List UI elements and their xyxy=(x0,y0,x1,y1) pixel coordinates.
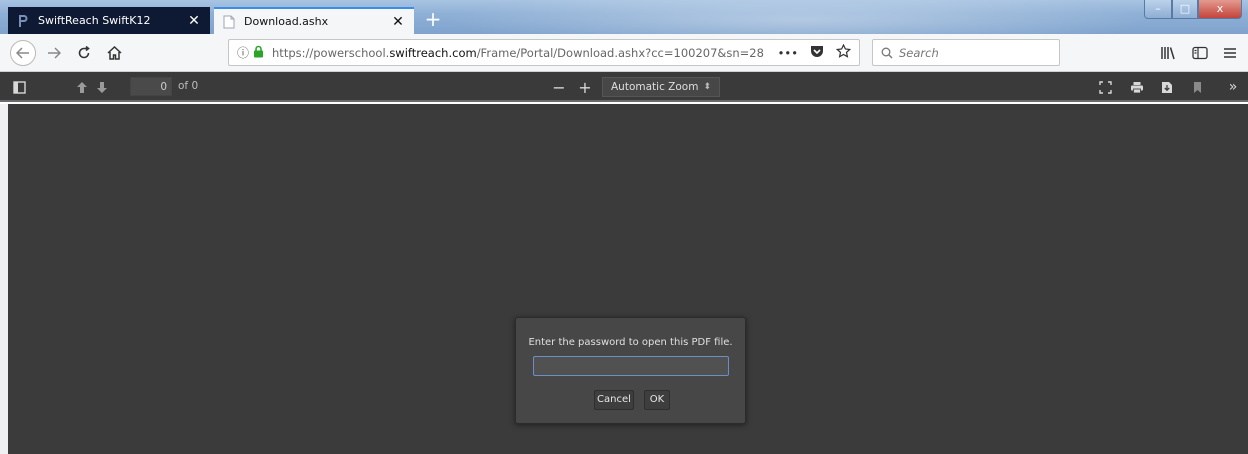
print-button[interactable] xyxy=(1128,78,1146,96)
updown-arrow-icon: ⬍ xyxy=(703,82,711,92)
hamburger-menu-icon xyxy=(1224,48,1236,58)
tab-title: SwiftReach SwiftK12 xyxy=(38,14,151,27)
page-count-label: of 0 xyxy=(178,80,199,92)
bookmark-button[interactable] xyxy=(1190,78,1204,96)
password-dialog: Enter the password to open this PDF file… xyxy=(515,317,746,424)
page-actions-button[interactable]: ••• xyxy=(778,46,798,60)
zoom-select[interactable]: Automatic Zoom ⬍ xyxy=(602,77,720,97)
cancel-button[interactable]: Cancel xyxy=(594,390,634,410)
new-tab-button[interactable]: + xyxy=(420,8,446,32)
next-page-button[interactable] xyxy=(94,78,110,96)
toggle-sidebar-button[interactable] xyxy=(10,78,28,96)
info-icon[interactable]: ⓘ xyxy=(237,44,249,61)
window-left-edge xyxy=(0,104,8,454)
tools-button[interactable]: » xyxy=(1224,78,1242,96)
arrow-down-icon xyxy=(97,81,107,93)
close-tab-icon[interactable]: ✕ xyxy=(186,14,202,28)
search-icon xyxy=(881,47,893,58)
close-window-button[interactable]: x xyxy=(1198,0,1242,19)
minimize-window-button[interactable]: – xyxy=(1144,0,1172,19)
tab-swiftreach[interactable]: SwiftReach SwiftK12 ✕ xyxy=(8,7,210,34)
home-button[interactable] xyxy=(102,41,126,65)
home-icon xyxy=(106,46,122,60)
password-input[interactable] xyxy=(533,356,729,376)
url-prefix: https://powerschool. xyxy=(272,45,390,60)
password-prompt: Enter the password to open this PDF file… xyxy=(528,337,733,348)
zoom-out-button[interactable]: − xyxy=(550,78,568,97)
download-icon xyxy=(1162,81,1172,93)
forward-arrow-icon xyxy=(48,47,61,59)
url-path: /Frame/Portal/Download.ashx?cc=100207&sn… xyxy=(476,45,764,60)
url-domain: swiftreach.com xyxy=(389,45,477,60)
document-icon xyxy=(222,15,236,29)
powerschool-p-icon xyxy=(16,14,30,28)
reload-button[interactable] xyxy=(72,41,96,65)
back-button[interactable] xyxy=(10,40,36,66)
tab-download[interactable]: Download.ashx ✕ xyxy=(214,7,414,34)
title-bar: SwiftReach SwiftK12 ✕ Download.ashx ✕ + … xyxy=(0,0,1248,34)
previous-page-button[interactable] xyxy=(74,78,90,96)
search-placeholder: Search xyxy=(899,45,939,60)
close-tab-icon[interactable]: ✕ xyxy=(390,15,406,29)
menu-button[interactable] xyxy=(1218,41,1242,65)
sidebar-toggle-icon xyxy=(12,80,26,94)
tab-title: Download.ashx xyxy=(244,15,329,28)
pdf-toolbar: of 0 − + Automatic Zoom ⬍ » xyxy=(0,72,1248,102)
navigation-bar: ⓘ https://powerschool.swiftreach.com/Fra… xyxy=(0,34,1248,72)
fullscreen-icon xyxy=(1098,80,1112,94)
maximize-window-button[interactable]: □ xyxy=(1172,0,1198,19)
reload-icon xyxy=(78,46,90,59)
library-icon xyxy=(1161,47,1175,60)
bookmark-star-icon[interactable] xyxy=(835,43,852,61)
bookmark-icon xyxy=(1193,81,1201,93)
ok-button[interactable]: OK xyxy=(644,390,670,410)
download-button[interactable] xyxy=(1158,78,1176,96)
url-bar[interactable]: ⓘ https://powerschool.swiftreach.com/Fra… xyxy=(228,39,860,66)
pocket-icon[interactable] xyxy=(810,45,824,61)
url-tools: ••• xyxy=(778,43,852,61)
sidebar-button[interactable] xyxy=(1188,41,1212,65)
printer-icon xyxy=(1131,81,1143,93)
back-arrow-icon xyxy=(16,47,29,59)
window-controls: – □ x xyxy=(1144,0,1242,20)
sidebar-icon xyxy=(1192,46,1208,60)
title-bar-glass xyxy=(440,0,1160,34)
lock-icon[interactable] xyxy=(253,45,264,61)
presentation-mode-button[interactable] xyxy=(1096,78,1114,96)
zoom-value: Automatic Zoom xyxy=(611,81,699,93)
arrow-up-icon xyxy=(77,81,87,93)
library-button[interactable] xyxy=(1156,41,1180,65)
url-text[interactable]: https://powerschool.swiftreach.com/Frame… xyxy=(272,46,770,60)
page-number-input[interactable] xyxy=(130,77,172,96)
zoom-in-button[interactable]: + xyxy=(576,78,594,97)
forward-button[interactable] xyxy=(42,41,66,65)
search-input[interactable]: Search xyxy=(872,39,1060,66)
